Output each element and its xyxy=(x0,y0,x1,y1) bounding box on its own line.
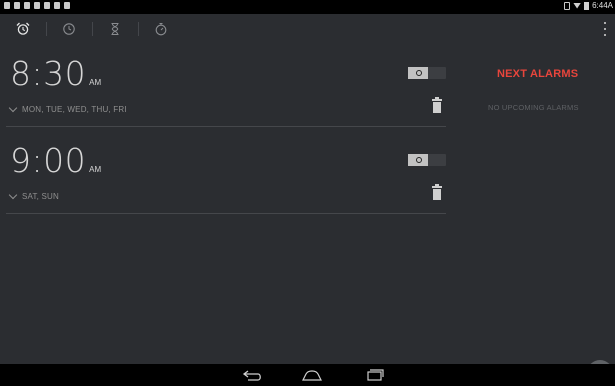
no-upcoming-alarms-text: NO UPCOMING ALARMS xyxy=(488,103,579,112)
overflow-menu-icon[interactable] xyxy=(603,22,607,36)
alarm-time[interactable]: 9:00 AM xyxy=(10,141,101,180)
divider xyxy=(6,213,446,214)
battery-icon xyxy=(584,1,590,10)
tab-bar xyxy=(0,14,615,44)
system-icons: 6:44A xyxy=(564,1,613,10)
alarm-toggle[interactable] xyxy=(408,67,446,79)
stopwatch-icon xyxy=(155,23,167,36)
home-icon[interactable] xyxy=(301,368,323,382)
tab-alarm[interactable] xyxy=(0,14,46,44)
vibrate-icon xyxy=(564,1,571,10)
alarm-time-value: 9:00 xyxy=(10,141,87,180)
chevron-down-icon xyxy=(8,190,18,199)
trash-icon xyxy=(433,189,441,200)
alarm-days: SAT, SUN xyxy=(22,192,60,201)
back-icon[interactable] xyxy=(242,368,264,382)
delete-alarm-button[interactable] xyxy=(432,97,442,114)
tab-clock[interactable] xyxy=(46,14,92,44)
clock-app: 6:44A 8:30 AM MON, TUE, WED, THU, FRI 9:… xyxy=(0,0,615,386)
alarm-time-value: 8:30 xyxy=(10,54,87,93)
status-bar: 6:44A xyxy=(0,0,615,14)
tab-timer[interactable] xyxy=(92,14,138,44)
divider xyxy=(6,126,446,127)
status-time: 6:44A xyxy=(592,1,613,10)
alarm-clock-icon xyxy=(16,22,30,35)
navigation-bar xyxy=(0,364,615,386)
notification-icons xyxy=(4,2,70,9)
alarm-repeat-expander[interactable]: MON, TUE, WED, THU, FRI xyxy=(8,103,127,114)
tab-stopwatch[interactable] xyxy=(138,14,184,44)
next-alarms-title: NEXT ALARMS xyxy=(497,68,579,80)
delete-alarm-button[interactable] xyxy=(432,184,442,201)
wifi-icon xyxy=(573,2,582,9)
recents-icon[interactable] xyxy=(364,368,386,382)
chevron-down-icon xyxy=(8,103,18,112)
alarm-ampm: AM xyxy=(89,165,102,174)
notification-icon xyxy=(4,2,10,9)
notification-icon xyxy=(14,2,20,9)
trash-icon xyxy=(433,102,441,113)
usb-icon xyxy=(24,2,30,9)
image-icon xyxy=(64,2,70,9)
clock-icon xyxy=(63,23,75,35)
image-icon xyxy=(54,2,60,9)
alarm-toggle[interactable] xyxy=(408,154,446,166)
alarm-days: MON, TUE, WED, THU, FRI xyxy=(22,105,127,114)
hourglass-icon xyxy=(111,23,119,35)
usb-icon xyxy=(34,2,40,9)
alarm-time[interactable]: 8:30 AM xyxy=(10,54,101,93)
alarm-repeat-expander[interactable]: SAT, SUN xyxy=(8,190,60,201)
alarm-ampm: AM xyxy=(89,78,102,87)
warning-icon xyxy=(44,2,50,9)
